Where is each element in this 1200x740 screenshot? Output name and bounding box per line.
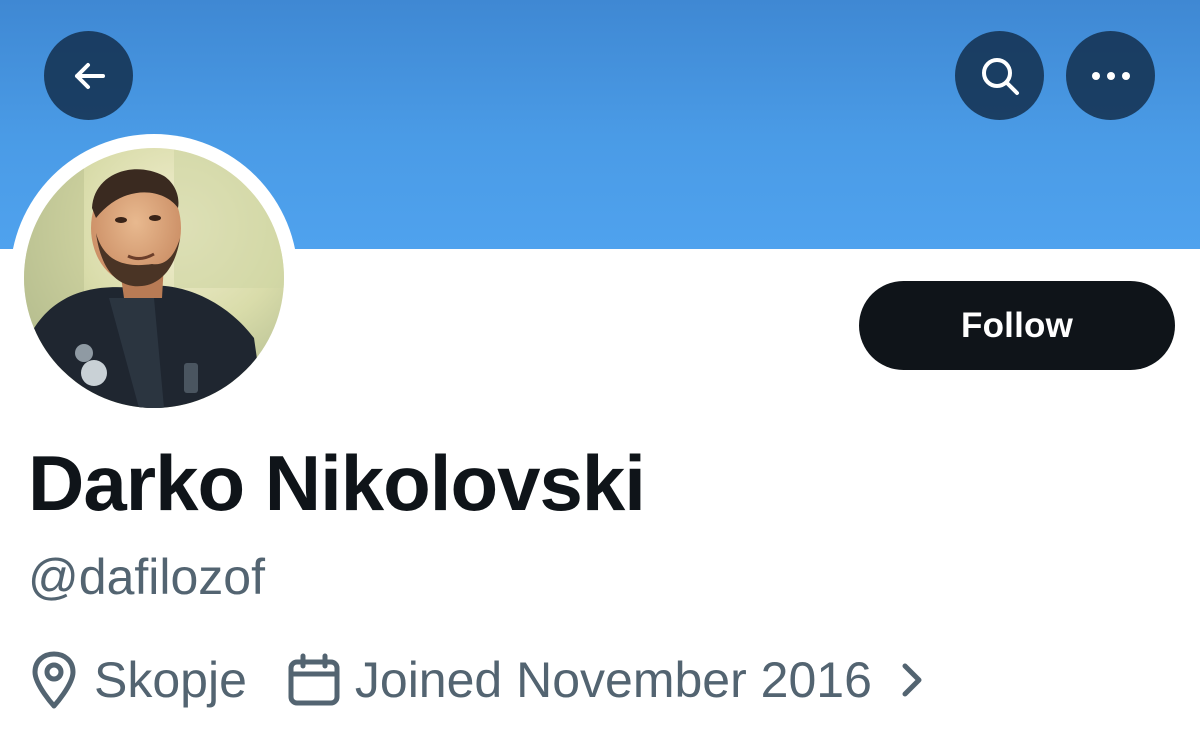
calendar-icon [287, 653, 341, 707]
location-info: Skopje [28, 650, 247, 710]
profile-screen: Follow Darko Nikolovski @dafilozof Skopj… [0, 0, 1200, 740]
arrow-left-icon [74, 62, 105, 89]
avatar[interactable] [10, 134, 298, 422]
location-pin-icon [28, 650, 80, 710]
joined-date-info[interactable]: Joined November 2016 [287, 651, 924, 709]
back-button[interactable] [44, 31, 133, 120]
display-name: Darko Nikolovski [28, 439, 646, 527]
location-text: Skopje [94, 652, 247, 708]
user-handle: @dafilozof [28, 549, 265, 605]
chevron-right-icon [900, 660, 924, 700]
profile-meta: Skopje Joined November 2016 [28, 645, 924, 715]
more-options-button[interactable] [1066, 31, 1155, 120]
more-horizontal-icon [1091, 71, 1130, 80]
avatar-photo [24, 148, 284, 408]
joined-date-text: Joined November 2016 [354, 652, 872, 708]
search-button[interactable] [955, 31, 1044, 120]
follow-button[interactable]: Follow [859, 281, 1175, 370]
search-icon [981, 57, 1019, 95]
